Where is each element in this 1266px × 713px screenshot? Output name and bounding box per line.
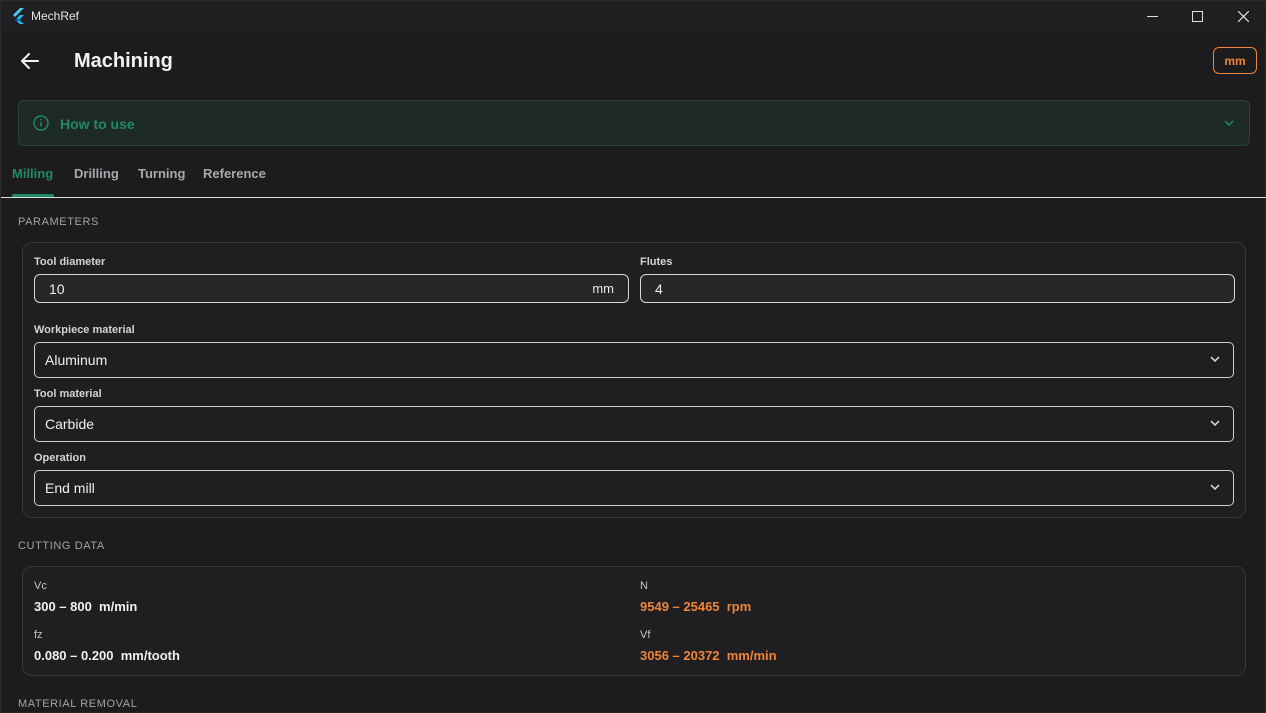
flutes-value: 4 — [655, 280, 663, 297]
workpiece-material-label: Workpiece material — [34, 324, 135, 336]
tool-diameter-input[interactable]: 10 mm — [34, 274, 629, 303]
flutter-logo-icon — [13, 8, 24, 24]
maximize-button[interactable] — [1174, 1, 1220, 31]
tool-material-select[interactable]: Carbide — [34, 406, 1234, 442]
tab-turning[interactable]: Turning — [138, 166, 185, 181]
cutting-data-section-title: CUTTING DATA — [18, 540, 105, 552]
unit-toggle-button[interactable]: mm — [1213, 47, 1257, 74]
vc-value: 300 – 800 m/min — [34, 599, 138, 614]
workpiece-material-select[interactable]: Aluminum — [34, 342, 1234, 378]
vf-value: 3056 – 20372 mm/min — [640, 648, 777, 663]
workpiece-material-value: Aluminum — [45, 352, 108, 368]
active-tab-indicator — [12, 194, 54, 197]
fz-value: 0.080 – 0.200 mm/tooth — [34, 648, 180, 663]
n-value: 9549 – 25465 rpm — [640, 599, 752, 614]
parameters-section-title: PARAMETERS — [18, 216, 99, 228]
page-title: Machining — [74, 50, 173, 72]
arrow-left-icon — [21, 53, 39, 69]
operation-select[interactable]: End mill — [34, 470, 1234, 506]
chevron-down-icon — [1210, 356, 1220, 363]
chevron-down-icon — [1210, 420, 1220, 427]
parameters-card: Tool diameter 10 mm Flutes 4 Workpiece m… — [22, 242, 1246, 518]
vc-label: Vc — [34, 580, 47, 592]
tool-diameter-label: Tool diameter — [34, 256, 106, 268]
tool-material-value: Carbide — [45, 416, 95, 432]
n-label: N — [640, 580, 648, 592]
maximize-icon — [1191, 10, 1203, 22]
how-to-use-panel[interactable]: How to use — [18, 100, 1250, 146]
app-window: MechRef Machining mm How to use Milling — [0, 0, 1266, 713]
app-title: MechRef — [31, 9, 80, 23]
minimize-button[interactable] — [1129, 1, 1175, 31]
tool-diameter-unit: mm — [592, 281, 614, 296]
fz-label: fz — [34, 629, 43, 641]
cutting-data-card: Vc 300 – 800 m/min N 9549 – 25465 rpm fz… — [22, 566, 1246, 676]
tab-bar: Milling Drilling Turning Reference — [1, 161, 1266, 198]
how-to-use-label: How to use — [60, 116, 135, 132]
minimize-icon — [1146, 15, 1158, 17]
tab-drilling[interactable]: Drilling — [74, 166, 119, 181]
title-bar[interactable]: MechRef — [1, 1, 1266, 31]
chevron-down-icon — [1210, 484, 1220, 491]
material-removal-section-title: MATERIAL REMOVAL — [18, 698, 138, 710]
tool-diameter-value: 10 — [49, 280, 65, 297]
tab-milling[interactable]: Milling — [12, 166, 53, 181]
chevron-down-icon — [1224, 120, 1234, 127]
vf-label: Vf — [640, 629, 651, 641]
operation-label: Operation — [34, 452, 86, 464]
flutes-label: Flutes — [640, 256, 673, 268]
info-icon — [33, 115, 49, 131]
close-icon — [1237, 10, 1249, 22]
close-window-button[interactable] — [1220, 1, 1266, 31]
tab-reference[interactable]: Reference — [203, 166, 266, 181]
back-button[interactable] — [15, 46, 45, 76]
flutes-input[interactable]: 4 — [640, 274, 1235, 303]
operation-value: End mill — [45, 480, 95, 496]
tool-material-label: Tool material — [34, 388, 102, 400]
